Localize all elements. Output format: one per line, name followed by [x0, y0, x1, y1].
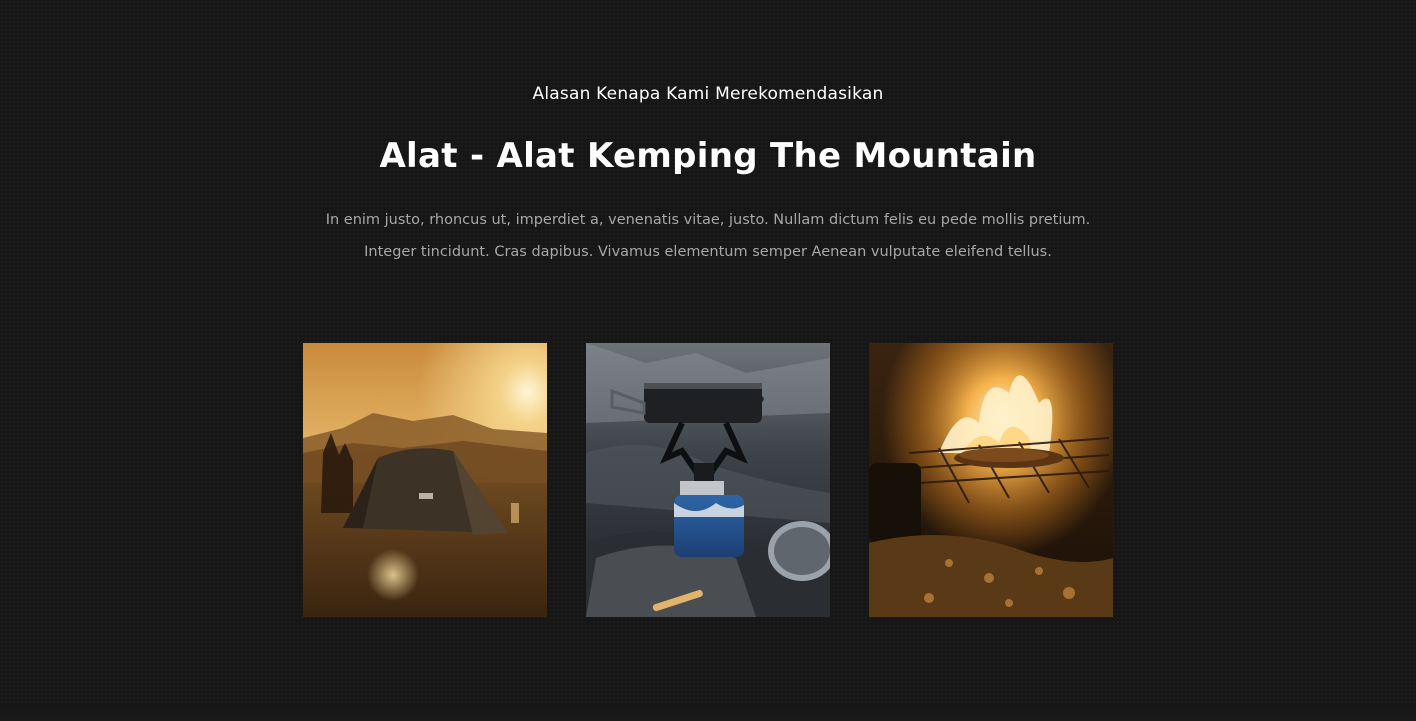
section-bottom-edge	[0, 703, 1416, 721]
section-subtitle: Alasan Kenapa Kami Merekomendasikan	[532, 84, 884, 104]
section-description: In enim justo, rhoncus ut, imperdiet a, …	[325, 212, 1091, 260]
recommendation-section: Alasan Kenapa Kami Merekomendasikan Alat…	[0, 0, 1416, 721]
tent-at-sunset-photo	[303, 343, 547, 617]
campfire-grill-photo	[869, 343, 1113, 617]
section-title: Alat - Alat Kemping The Mountain	[379, 136, 1037, 176]
camping-stove-photo	[586, 343, 830, 617]
